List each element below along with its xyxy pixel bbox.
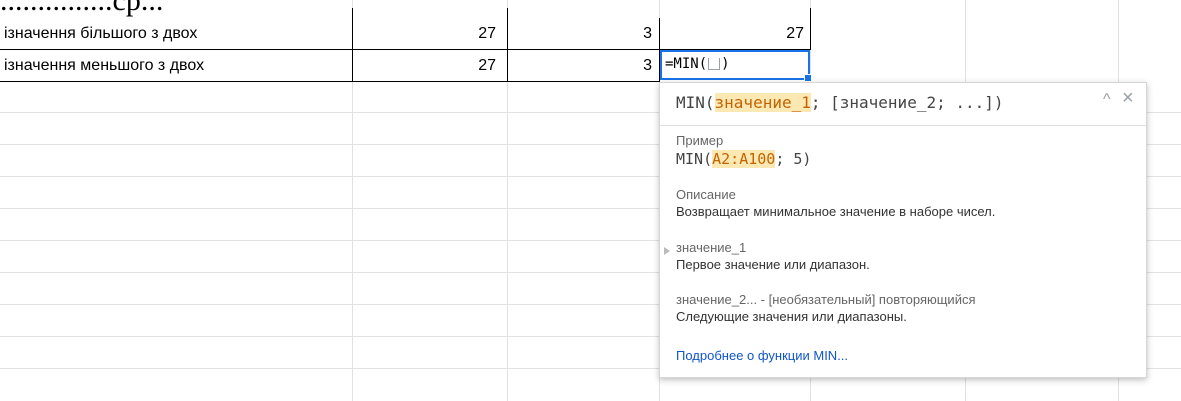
signature-rest: ; [значение_2; ...]) [810,93,1004,112]
signature-name: MIN( [676,93,715,112]
cell-value[interactable]: 3 [511,20,652,48]
formula-start: =MIN( [665,56,708,72]
example-start: MIN( [676,150,713,168]
column-tick [507,8,508,18]
function-help-popup: MIN(значение_1; [значение_2; ...]) ^ × П… [659,82,1147,378]
row-label[interactable]: ізначення меньшого з двох [4,52,204,80]
formula-end: ) [721,56,730,72]
collapse-chevron-icon[interactable]: ^ [1103,91,1111,109]
cell-value[interactable]: 27 [356,20,496,48]
example-label: Пример [676,133,724,148]
column-tick [352,8,353,18]
argument-2-description: Следующие значения или диапазоны. [676,309,907,324]
cell-value[interactable]: 3 [511,52,652,80]
fill-handle[interactable] [804,74,812,82]
learn-more-link[interactable]: Подробнее о функции MIN... [676,348,848,363]
clipped-heading-text: ...............ср... [0,0,164,17]
example-formula: MIN(A2:A100; 5) [676,150,811,168]
signature-current-arg: значение_1 [714,93,811,112]
description-text: Возвращает минимальное значение в наборе… [676,204,996,219]
function-signature-bar: MIN(значение_1; [значение_2; ...]) ^ × [660,83,1146,126]
current-argument-marker-icon [664,247,670,255]
argument-placeholder-icon [708,58,721,70]
cell-value[interactable]: 27 [356,52,496,80]
cell-value[interactable]: 27 [663,20,804,48]
example-end: ; 5) [775,150,812,168]
formula-text[interactable]: =MIN() [665,56,730,72]
example-highlight: A2:A100 [712,150,776,168]
row-label[interactable]: ізначення більшого з двох [4,20,197,48]
column-tick [810,8,811,18]
close-icon[interactable]: × [1122,87,1134,110]
argument-1-description: Первое значение или диапазон. [676,257,870,272]
argument-1-name: значение_1 [676,240,747,255]
description-label: Описание [676,187,736,202]
argument-2-name: значение_2... - [необязательный] повторя… [676,292,976,307]
function-signature: MIN(значение_1; [значение_2; ...]) [676,93,1004,112]
active-cell-editor[interactable]: =MIN() [660,50,812,82]
